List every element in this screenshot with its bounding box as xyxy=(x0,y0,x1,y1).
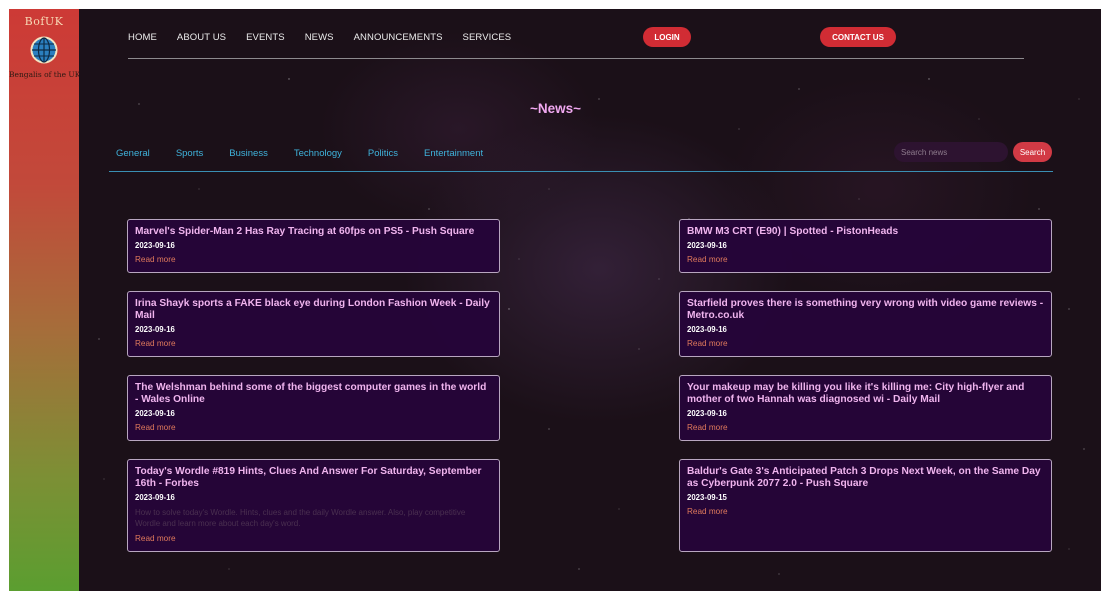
login-button[interactable]: LOGIN xyxy=(643,27,691,47)
tab-technology[interactable]: Technology xyxy=(294,148,342,159)
read-more-link[interactable]: Read more xyxy=(687,507,1044,516)
globe-logo-icon[interactable] xyxy=(30,36,58,64)
news-card-date: 2023-09-16 xyxy=(135,325,175,334)
top-nav: HOME ABOUT US EVENTS NEWS ANNOUNCEMENTS … xyxy=(128,32,531,43)
news-card-title[interactable]: The Welshman behind some of the biggest … xyxy=(135,382,492,406)
nav-divider xyxy=(128,58,1024,59)
news-card-date: 2023-09-15 xyxy=(687,493,727,502)
news-card: Marvel's Spider-Man 2 Has Ray Tracing at… xyxy=(127,219,500,273)
nav-announcements[interactable]: ANNOUNCEMENTS xyxy=(354,32,443,43)
news-card-title[interactable]: Today's Wordle #819 Hints, Clues And Ans… xyxy=(135,466,492,490)
news-card: Your makeup may be killing you like it's… xyxy=(679,375,1052,441)
nav-home[interactable]: HOME xyxy=(128,32,157,43)
sidebar: BofUK Bengalis of the UK xyxy=(9,9,81,591)
news-card: Irina Shayk sports a FAKE black eye duri… xyxy=(127,291,500,357)
news-card-title[interactable]: Your makeup may be killing you like it's… xyxy=(687,382,1044,406)
search-button[interactable]: Search xyxy=(1013,142,1052,162)
news-card-title[interactable]: BMW M3 CRT (E90) | Spotted - PistonHeads xyxy=(687,226,1044,238)
search-input[interactable] xyxy=(894,142,1008,162)
news-card-title[interactable]: Baldur's Gate 3's Anticipated Patch 3 Dr… xyxy=(687,466,1044,490)
category-tabs: General Sports Business Technology Polit… xyxy=(116,148,509,159)
logo-top-text: BofUK xyxy=(24,15,64,28)
nav-about-us[interactable]: ABOUT US xyxy=(177,32,226,43)
news-card-date: 2023-09-16 xyxy=(687,409,727,418)
read-more-link[interactable]: Read more xyxy=(135,423,492,432)
news-card-date: 2023-09-16 xyxy=(135,409,175,418)
read-more-link[interactable]: Read more xyxy=(135,339,492,348)
page-frame: BofUK Bengalis of the UK HOME ABOUT US E… xyxy=(9,9,1101,591)
news-card: Starfield proves there is something very… xyxy=(679,291,1052,357)
news-card-title[interactable]: Irina Shayk sports a FAKE black eye duri… xyxy=(135,298,492,322)
nav-events[interactable]: EVENTS xyxy=(246,32,285,43)
read-more-link[interactable]: Read more xyxy=(687,423,1044,432)
tab-entertainment[interactable]: Entertainment xyxy=(424,148,483,159)
news-card-date: 2023-09-16 xyxy=(687,241,727,250)
logo-bottom-text: Bengalis of the UK xyxy=(9,70,81,79)
nav-services[interactable]: SERVICES xyxy=(463,32,512,43)
read-more-link[interactable]: Read more xyxy=(687,255,1044,264)
news-card: Today's Wordle #819 Hints, Clues And Ans… xyxy=(127,459,500,552)
nav-news[interactable]: NEWS xyxy=(305,32,334,43)
tab-general[interactable]: General xyxy=(116,148,150,159)
news-card-description: How to solve today's Wordle. Hints, clue… xyxy=(135,508,466,528)
tab-sports[interactable]: Sports xyxy=(176,148,203,159)
category-divider xyxy=(109,171,1053,172)
news-card-title[interactable]: Starfield proves there is something very… xyxy=(687,298,1044,322)
news-card-date: 2023-09-16 xyxy=(687,325,727,334)
news-card-date: 2023-09-16 xyxy=(135,493,175,502)
read-more-link[interactable]: Read more xyxy=(135,534,492,543)
read-more-link[interactable]: Read more xyxy=(135,255,492,264)
contact-us-button[interactable]: CONTACT US xyxy=(820,27,896,47)
read-more-link[interactable]: Read more xyxy=(687,339,1044,348)
news-card: The Welshman behind some of the biggest … xyxy=(127,375,500,441)
news-card-title[interactable]: Marvel's Spider-Man 2 Has Ray Tracing at… xyxy=(135,226,492,238)
tab-politics[interactable]: Politics xyxy=(368,148,398,159)
main-content: HOME ABOUT US EVENTS NEWS ANNOUNCEMENTS … xyxy=(79,9,1101,591)
tab-business[interactable]: Business xyxy=(229,148,268,159)
news-card: Baldur's Gate 3's Anticipated Patch 3 Dr… xyxy=(679,459,1052,552)
news-card-date: 2023-09-16 xyxy=(135,241,175,250)
page-title: ~News~ xyxy=(530,101,582,116)
news-card: BMW M3 CRT (E90) | Spotted - PistonHeads… xyxy=(679,219,1052,273)
